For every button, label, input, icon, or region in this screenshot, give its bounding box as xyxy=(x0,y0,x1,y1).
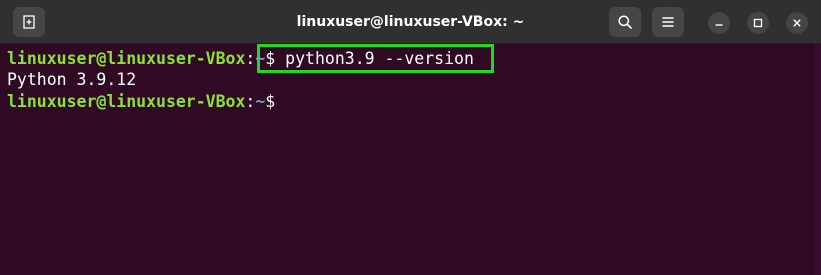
maximize-button[interactable] xyxy=(747,12,769,34)
prompt-user-host: linuxuser@linuxuser-VBox xyxy=(7,92,246,111)
search-button[interactable] xyxy=(609,7,641,37)
scrollbar-track[interactable] xyxy=(814,44,821,275)
terminal-line-output: Python 3.9.12 xyxy=(7,69,136,90)
terminal-line-prompt: linuxuser@linuxuser-VBox:~$ xyxy=(7,91,275,112)
title-bar[interactable]: linuxuser@linuxuser-VBox: ~ xyxy=(0,0,821,44)
prompt-path: ~ xyxy=(255,92,266,111)
terminal-window: linuxuser@linuxuser-VBox: ~ linuxuser@li… xyxy=(0,0,821,275)
prompt-symbol: $ xyxy=(265,92,276,111)
prompt-path: ~ xyxy=(255,49,266,68)
prompt-colon: : xyxy=(245,49,256,68)
minimize-button[interactable] xyxy=(708,12,730,34)
prompt-symbol: $ xyxy=(265,49,276,68)
prompt-user-host: linuxuser@linuxuser-VBox xyxy=(7,49,246,68)
menu-button[interactable] xyxy=(652,7,684,37)
terminal-line-command: linuxuser@linuxuser-VBox:~$ python3.9 --… xyxy=(7,48,474,69)
prompt-colon: : xyxy=(245,92,256,111)
terminal-output[interactable]: linuxuser@linuxuser-VBox:~$ python3.9 --… xyxy=(0,44,821,275)
close-button[interactable] xyxy=(786,12,808,34)
window-title: linuxuser@linuxuser-VBox: ~ xyxy=(296,14,525,30)
command-text: python3.9 --version xyxy=(275,49,474,68)
command-output: Python 3.9.12 xyxy=(7,70,137,89)
